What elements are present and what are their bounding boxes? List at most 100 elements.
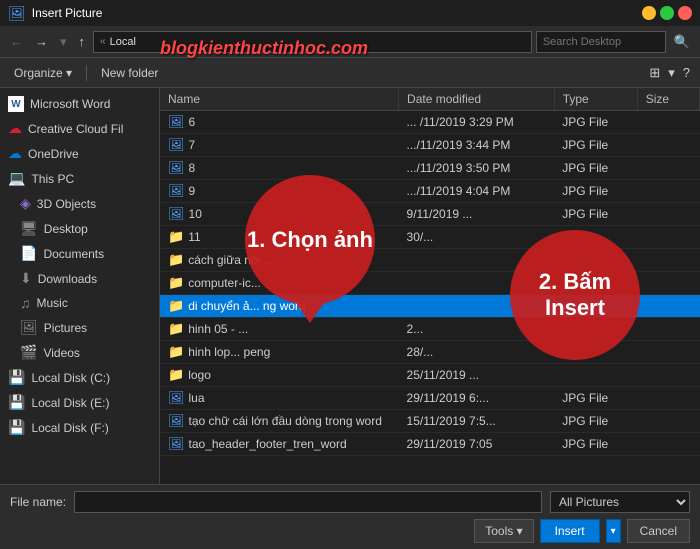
sidebar-label-thispc: This PC (31, 172, 74, 186)
sidebar-item-diskf[interactable]: 💾 Local Disk (F:) (0, 415, 159, 440)
file-type-cell: JPG File (554, 111, 637, 134)
file-name-input[interactable] (74, 491, 542, 513)
sidebar-item-word[interactable]: W Microsoft Word (0, 92, 159, 116)
sidebar-label-desktop: Desktop (44, 222, 88, 236)
file-name-label: File name: (10, 495, 66, 509)
insert-button[interactable]: Insert (540, 519, 600, 543)
file-size-cell (637, 341, 699, 364)
sidebar-item-downloads[interactable]: ⬇ Downloads (0, 266, 159, 291)
file-size-cell (637, 364, 699, 387)
file-date-cell: 15/11/2019 7:5... (399, 410, 555, 433)
address-text: Local (110, 36, 136, 48)
file-name-text: lua (189, 391, 205, 405)
file-size-cell (637, 134, 699, 157)
videos-icon: 🎬 (20, 344, 37, 361)
table-row[interactable]: 🖼 lua 29/11/2019 6:... JPG File (160, 387, 700, 410)
table-row[interactable]: 📁 hinh lop... peng 28/... (160, 341, 700, 364)
help-button[interactable]: ? (681, 63, 692, 82)
file-name-cell: 📁 11 (168, 229, 391, 245)
file-type-cell (554, 272, 637, 295)
table-row[interactable]: 📁 11 30/... (160, 226, 700, 249)
file-size-cell (637, 111, 699, 134)
sidebar-label-cc: Creative Cloud Fil (28, 122, 123, 136)
sidebar-item-documents[interactable]: 📄 Documents (0, 241, 159, 266)
file-list-area: Name Date modified Type Size 🖼 6 ... /11… (160, 88, 700, 484)
view-toggle-button[interactable]: ⊞ (647, 63, 662, 83)
table-row[interactable]: 🖼 9 .../11/2019 4:04 PM JPG File (160, 180, 700, 203)
file-date-cell: .../11/2019 3:50 PM (399, 157, 555, 180)
file-icon: 🖼 (168, 206, 185, 222)
file-date-cell: 25/11/2019 ... (399, 364, 555, 387)
documents-icon: 📄 (20, 245, 37, 262)
view-controls: ⊞ ▾ ? (647, 63, 692, 83)
new-folder-button[interactable]: New folder (95, 64, 164, 82)
sidebar-item-diskc[interactable]: 💾 Local Disk (C:) (0, 365, 159, 390)
organize-button[interactable]: Organize ▾ (8, 64, 78, 82)
table-row[interactable]: 🖼 8 .../11/2019 3:50 PM JPG File (160, 157, 700, 180)
table-row[interactable]: 🖼 6 ... /11/2019 3:29 PM JPG File (160, 111, 700, 134)
minimize-button[interactable] (642, 6, 656, 20)
sidebar-item-cc[interactable]: ☁ Creative Cloud Fil (0, 116, 159, 141)
close-button[interactable] (678, 6, 692, 20)
file-icon: 🖼 (168, 160, 185, 176)
sidebar-item-music[interactable]: ♫ Music (0, 291, 159, 315)
up-button[interactable]: ↑ (75, 32, 90, 51)
file-name-cell: 📁 computer-ic... (168, 275, 391, 291)
table-row[interactable]: 📁 logo 25/11/2019 ... (160, 364, 700, 387)
cancel-button[interactable]: Cancel (627, 519, 690, 543)
sidebar-item-pictures[interactable]: 🖼 Pictures (0, 315, 159, 340)
file-type-cell (554, 341, 637, 364)
file-icon: 🖼 (168, 390, 185, 406)
file-name-cell: 🖼 9 (168, 183, 391, 199)
cc-icon: ☁ (8, 120, 22, 137)
sidebar-item-diske[interactable]: 💾 Local Disk (E:) (0, 390, 159, 415)
tools-button[interactable]: Tools ▾ (474, 519, 533, 543)
table-row[interactable]: 🖼 10 9/11/2019 ... JPG File (160, 203, 700, 226)
sidebar-label-videos: Videos (43, 346, 79, 360)
table-row[interactable]: 🖼 tao_header_footer_tren_word 29/11/2019… (160, 433, 700, 456)
table-row[interactable]: 📁 di chuyển ả... ng word (160, 295, 700, 318)
recent-button[interactable]: ▾ (56, 32, 71, 52)
table-row[interactable]: 📁 computer-ic... (160, 272, 700, 295)
file-name-text: hinh 05 - ... (188, 322, 248, 336)
insert-dropdown-button[interactable]: ▾ (606, 519, 621, 543)
back-button[interactable]: ← (6, 32, 27, 51)
file-size-cell (637, 180, 699, 203)
file-name-cell: 🖼 7 (168, 137, 391, 153)
sidebar-item-onedrive[interactable]: ☁ OneDrive (0, 141, 159, 166)
file-type-select[interactable]: All Pictures (550, 491, 690, 513)
file-type-cell: JPG File (554, 180, 637, 203)
file-icon: 📁 (168, 229, 184, 245)
file-date-cell: 29/11/2019 7:05 (399, 433, 555, 456)
sidebar-item-videos[interactable]: 🎬 Videos (0, 340, 159, 365)
file-date-cell (399, 272, 555, 295)
col-header-type[interactable]: Type (554, 88, 637, 111)
sidebar-item-3dobjects[interactable]: ◈ 3D Objects (0, 191, 159, 216)
view-menu-button[interactable]: ▾ (666, 63, 677, 83)
file-name-cell: 🖼 tao_header_footer_tren_word (168, 436, 391, 452)
search-button[interactable]: 🔍 (670, 32, 694, 52)
file-name-cell: 📁 hinh 05 - ... (168, 321, 391, 337)
sidebar-label-downloads: Downloads (38, 272, 97, 286)
file-name-cell: 🖼 tạo chữ cái lớn đầu dòng trong word (168, 413, 391, 429)
file-type-cell (554, 249, 637, 272)
diskf-icon: 💾 (8, 419, 25, 436)
file-date-cell: 2... (399, 318, 555, 341)
diskc-icon: 💾 (8, 369, 25, 386)
search-input[interactable] (536, 31, 666, 53)
maximize-button[interactable] (660, 6, 674, 20)
table-row[interactable]: 🖼 tạo chữ cái lớn đầu dòng trong word 15… (160, 410, 700, 433)
col-header-name[interactable]: Name (160, 88, 399, 111)
forward-button[interactable]: → (31, 32, 52, 51)
address-bar[interactable]: « Local (93, 31, 532, 53)
table-row[interactable]: 📁 cách giữa nội ... (160, 249, 700, 272)
col-header-date[interactable]: Date modified (399, 88, 555, 111)
table-row[interactable]: 🖼 7 .../11/2019 3:44 PM JPG File (160, 134, 700, 157)
sidebar-item-desktop[interactable]: 🖥 Desktop (0, 216, 159, 241)
table-row[interactable]: 📁 hinh 05 - ... 2... (160, 318, 700, 341)
file-type-cell (554, 364, 637, 387)
sidebar-item-thispc[interactable]: 💻 This PC (0, 166, 159, 191)
sidebar-label-music: Music (37, 296, 68, 310)
col-header-size[interactable]: Size (637, 88, 699, 111)
file-name-text: 11 (188, 230, 200, 244)
